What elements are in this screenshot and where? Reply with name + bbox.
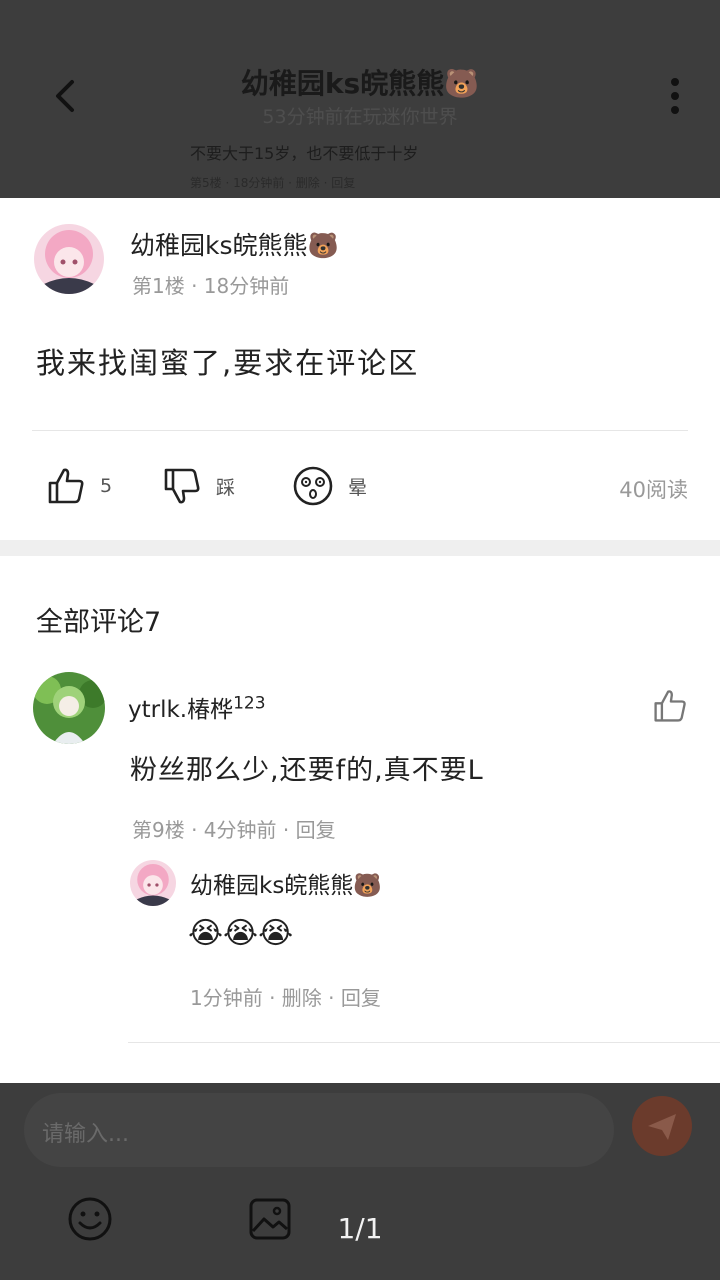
like-count: 5 [100,475,113,497]
post-sheet: 幼稚园ks皖熊熊🐻 第1楼 · 18分钟前 我来找闺蜜了,要求在评论区 5 踩 [0,198,720,1083]
thumbs-up-icon [48,468,84,504]
more-vertical-icon [671,78,679,114]
background-header: 幼稚园ks皖熊熊🐻 53分钟前在玩迷你世界 不要大于15岁，也不要低于十岁 第5… [0,0,720,198]
post-body-text: 我来找闺蜜了,要求在评论区 [36,346,420,380]
post-author-avatar[interactable] [34,224,104,294]
reply-body: 😭😭😭 [188,916,294,951]
page-title: 幼稚园ks皖熊熊🐻 [240,67,480,100]
comment-meta[interactable]: 第9楼 · 4分钟前 · 回复 [132,814,336,843]
comment-body: 粉丝那么少,还要f的,真不要L [130,755,484,786]
post-card: 幼稚园ks皖熊熊🐻 第1楼 · 18分钟前 我来找闺蜜了,要求在评论区 5 踩 [0,198,720,540]
dizzy-label: 晕 [348,476,368,499]
comment-like-button[interactable] [652,688,692,728]
post-author-name[interactable]: 幼稚园ks皖熊熊🐻 [130,226,339,262]
reply-author-name[interactable]: 幼稚园ks皖熊熊🐻 [190,866,382,900]
emoji-button[interactable] [66,1195,114,1243]
dizzy-button[interactable]: 晕 [292,464,367,508]
dizzy-face-icon [293,466,333,506]
thumbs-up-icon [654,690,686,722]
smiley-icon [68,1197,112,1241]
comment-input-bar: 请输入... [0,1083,720,1280]
comments-title: 全部评论7 [36,607,162,638]
snippet-meta: 第5楼 · 18分钟前 · 删除 · 回复 [190,176,356,190]
snippet-text: 不要大于15岁，也不要低于十岁 [190,144,419,163]
send-button[interactable] [632,1096,692,1156]
comment-author-badge: 123 [233,693,266,714]
more-button[interactable] [660,76,690,116]
comment-author-text: ytrlk.椿桦 [128,697,234,723]
comment-author-name[interactable]: ytrlk.椿桦123 [128,690,266,724]
divider [128,1042,720,1043]
thumbs-down-icon [164,468,200,504]
image-icon [249,1198,291,1240]
background-comment-snippet: 不要大于15岁，也不要低于十岁 第5楼 · 18分钟前 · 删除 · 回复 [130,140,490,198]
page-indicator: 1/1 [337,1212,383,1245]
read-count: 40阅读 [619,478,688,502]
image-button[interactable] [246,1195,294,1243]
reply-author-avatar[interactable] [130,860,176,906]
send-icon [648,1114,676,1140]
section-gap [0,540,720,556]
comment-author-avatar[interactable] [33,672,105,744]
dislike-button[interactable]: 踩 [162,464,235,508]
post-meta: 第1楼 · 18分钟前 [132,274,290,298]
comment-input[interactable]: 请输入... [24,1093,614,1167]
dislike-label: 踩 [216,476,236,499]
page-subtitle: 53分钟前在玩迷你世界 [262,106,458,128]
like-button[interactable]: 5 [46,464,112,508]
reply-meta[interactable]: 1分钟前 · 删除 · 回复 [190,982,381,1011]
divider [32,430,688,431]
